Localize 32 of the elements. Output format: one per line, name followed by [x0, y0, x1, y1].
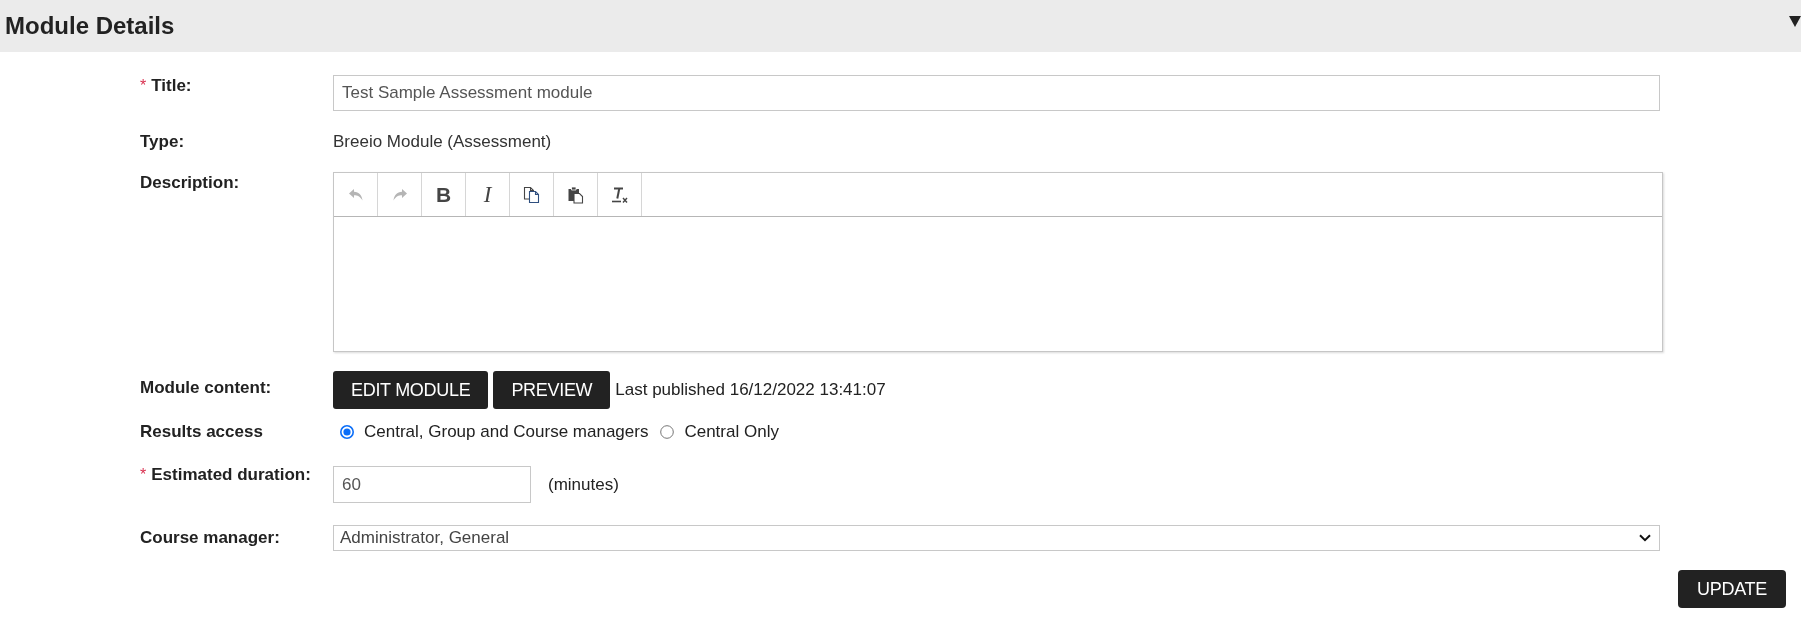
required-mark: *	[140, 76, 147, 96]
edit-module-button[interactable]: EDIT MODULE	[333, 371, 489, 409]
bold-button[interactable]: B	[422, 173, 466, 216]
course-manager-select[interactable]: Administrator, General	[333, 525, 1660, 551]
field-label: Estimated duration:	[151, 466, 311, 484]
radio-button[interactable]	[660, 425, 675, 439]
redo-icon	[391, 187, 408, 202]
field-label: Results access	[140, 421, 263, 443]
copy-icon	[522, 185, 541, 204]
italic-button[interactable]: I	[466, 173, 510, 216]
radio-label[interactable]: Central, Group and Course managers	[364, 421, 649, 443]
caret-down-icon[interactable]	[1789, 16, 1801, 27]
field-label: Title:	[151, 76, 192, 96]
radio-label[interactable]: Central Only	[684, 421, 779, 443]
undo-icon	[347, 187, 364, 202]
preview-button[interactable]: PREVIEW	[493, 371, 611, 409]
field-label: Course manager:	[140, 528, 280, 548]
field-label: Description:	[140, 173, 240, 193]
remove-format-icon	[610, 185, 629, 204]
update-button[interactable]: UPDATE	[1678, 570, 1786, 608]
radio-button[interactable]	[340, 425, 354, 439]
last-published-text: Last published 16/12/2022 13:41:07	[615, 379, 886, 402]
duration-input[interactable]: 60	[333, 466, 531, 503]
chevron-down-icon	[1639, 534, 1651, 542]
required-mark: *	[140, 466, 147, 484]
unit-label: (minutes)	[548, 473, 619, 496]
paste-icon	[566, 185, 585, 204]
field-label: Type:	[140, 131, 185, 153]
section-title: Module Details	[5, 11, 175, 41]
type-value: Breeio Module (Assessment)	[333, 131, 552, 153]
field-label: Module content:	[140, 378, 272, 398]
title-input[interactable]: Test Sample Assessment module	[333, 75, 1660, 111]
